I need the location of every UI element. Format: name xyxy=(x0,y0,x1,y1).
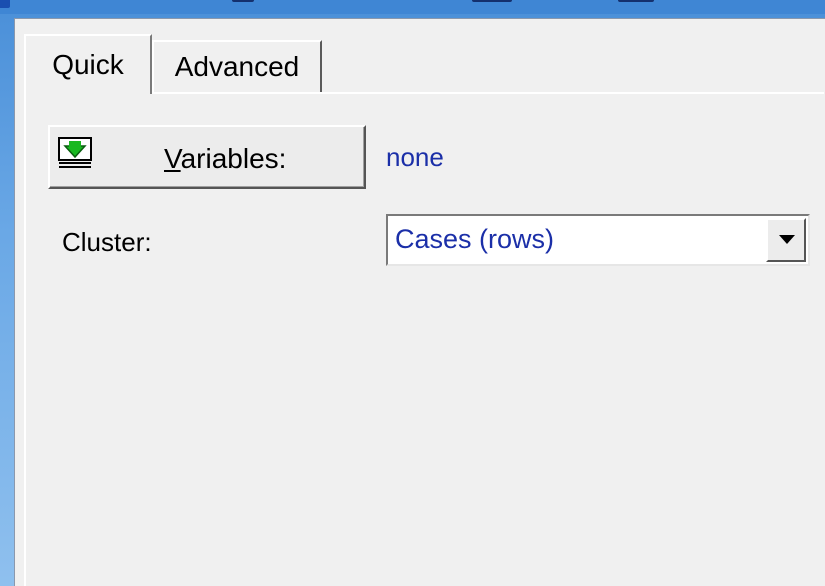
cluster-label: Cluster: xyxy=(62,227,152,257)
variables-select-icon xyxy=(58,137,92,168)
variables-label-rest: ariables: xyxy=(180,143,287,174)
cluster-selected-value: Cases (rows) xyxy=(395,224,555,254)
tab-quick-label: Quick xyxy=(52,49,124,80)
variables-value: none xyxy=(386,142,444,172)
chevron-down-icon xyxy=(779,235,795,244)
title-bar[interactable] xyxy=(0,0,825,14)
variables-button[interactable]: Variables: xyxy=(48,125,366,189)
variables-button-label: Variables: xyxy=(164,143,286,175)
tab-advanced-label: Advanced xyxy=(174,51,300,82)
app-icon xyxy=(0,0,10,8)
dialog-window-frame: Quick Advanced Variables: none Cluster: … xyxy=(0,0,825,586)
variables-mnemonic: V xyxy=(164,143,181,174)
title-text-cropped xyxy=(220,0,720,6)
tab-quick[interactable]: Quick xyxy=(24,34,152,94)
dialog-body xyxy=(14,18,825,586)
tab-advanced[interactable]: Advanced xyxy=(152,40,322,92)
cluster-dropdown[interactable]: Cases (rows) xyxy=(386,214,810,266)
tab-panel-left-edge xyxy=(24,92,26,586)
cluster-dropdown-button[interactable] xyxy=(766,218,806,262)
